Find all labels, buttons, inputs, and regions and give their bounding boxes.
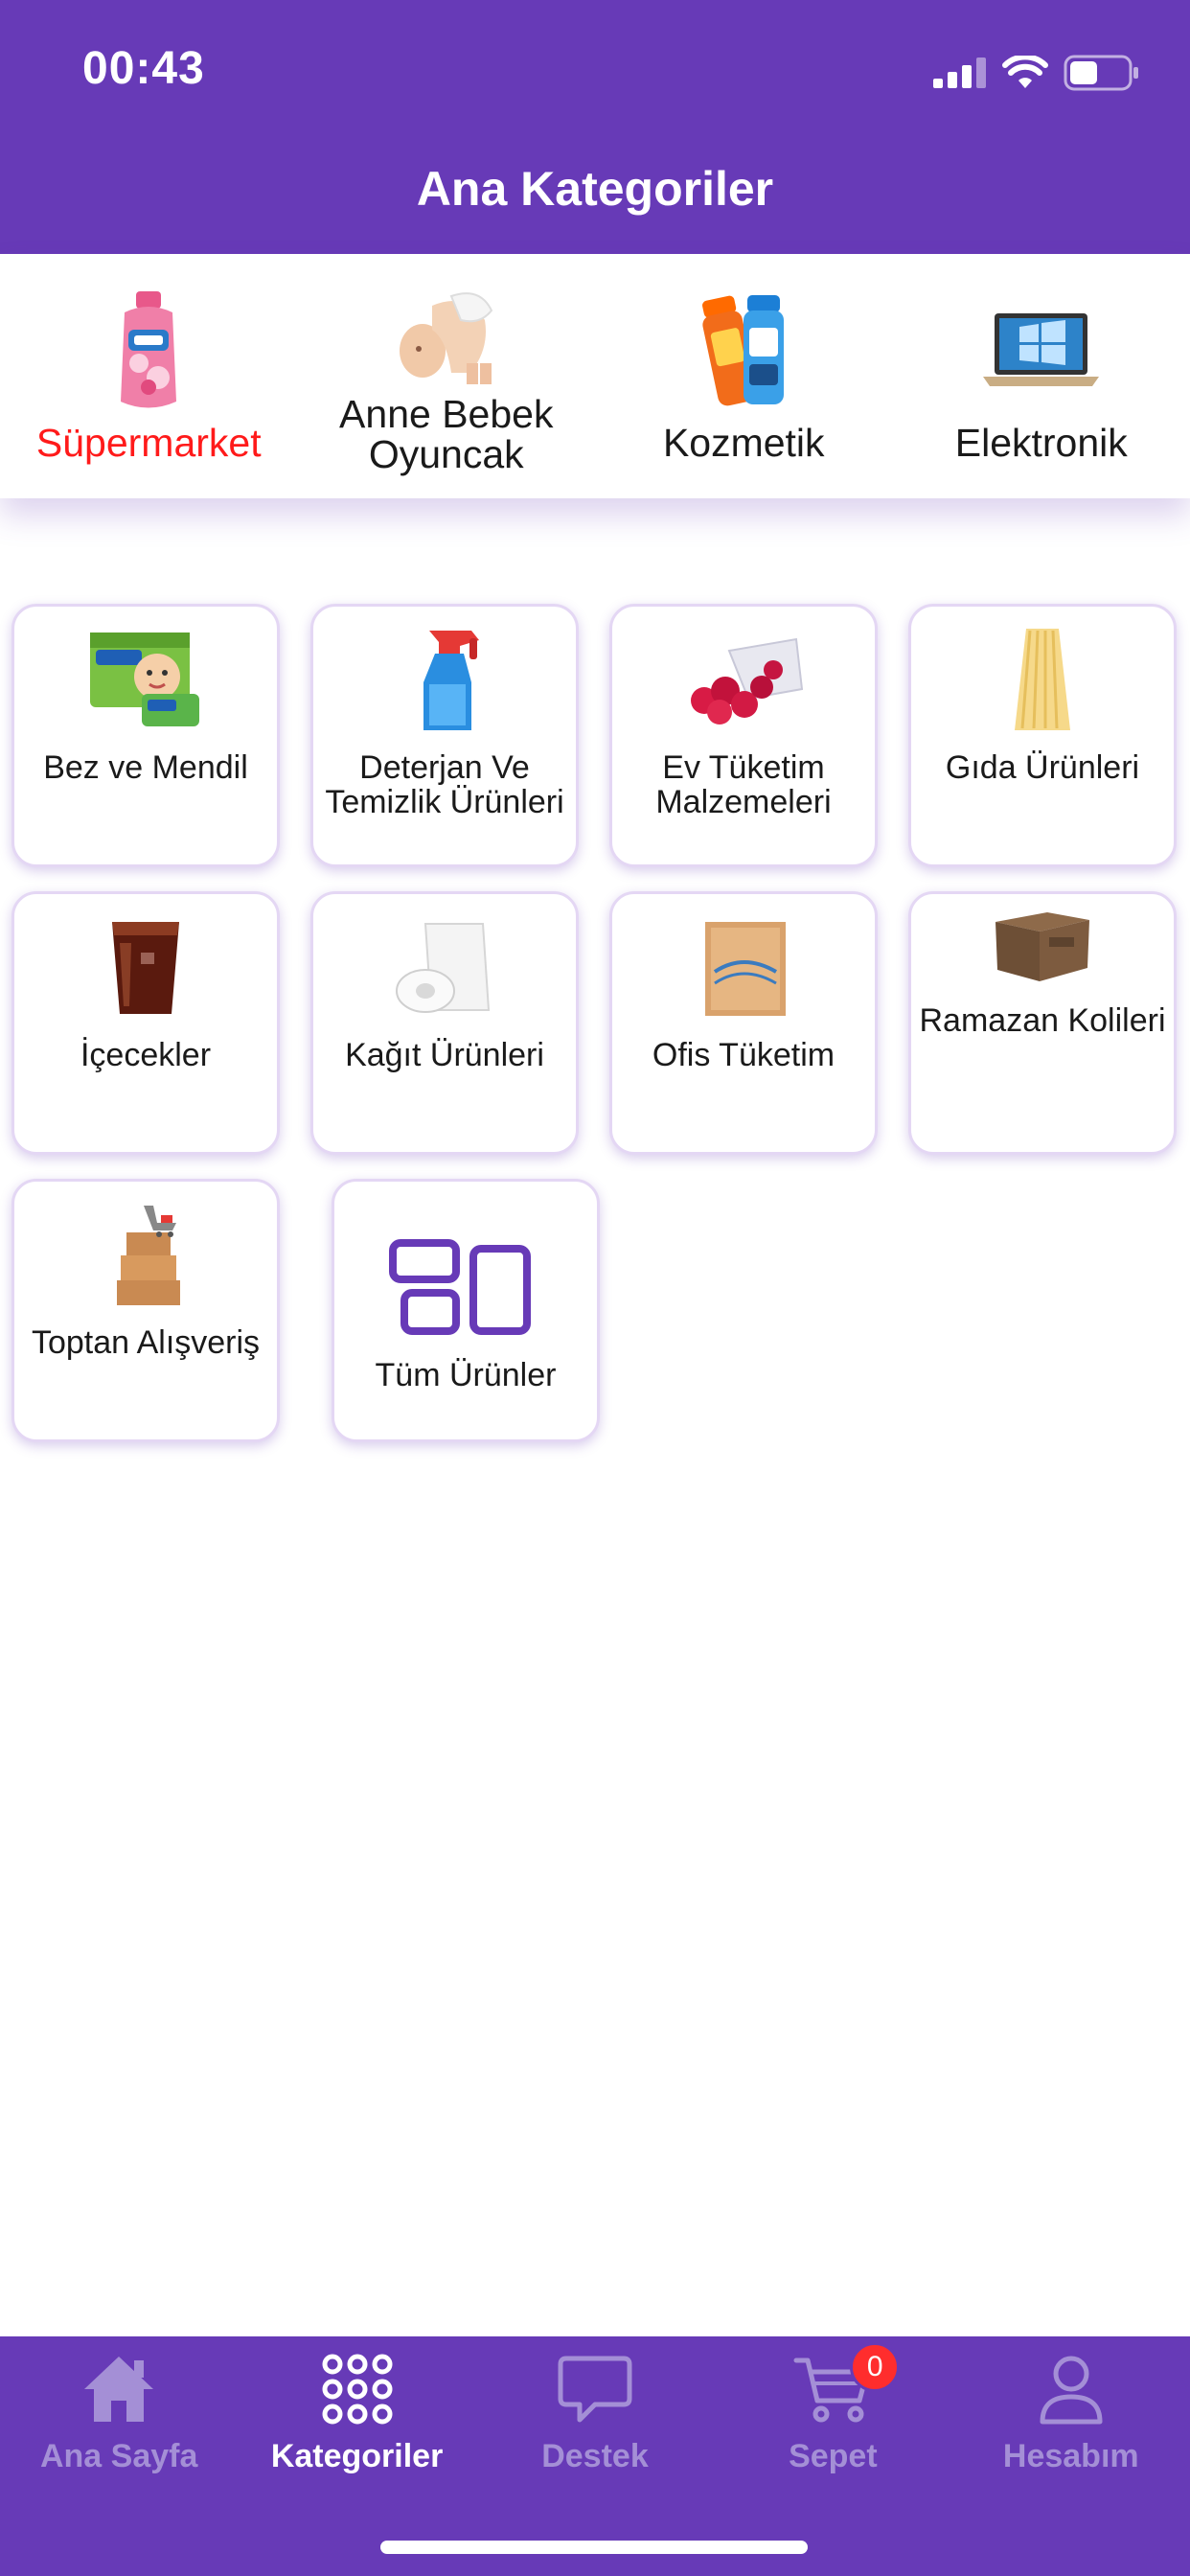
battery-icon (1064, 55, 1138, 91)
main-category-label: Kozmetik (662, 421, 825, 465)
tab-label: Hesabım (1002, 2438, 1139, 2474)
baby-image (384, 277, 509, 392)
subcategory-label: Deterjan Ve Temizlik Ürünleri (325, 749, 564, 820)
main-category-supermarket[interactable]: Süpermarket (0, 254, 298, 498)
subcategory-card-bez-ve-mendil[interactable]: Bez ve Mendil (11, 604, 280, 867)
subcategory-label: Tüm Ürünler (375, 1357, 557, 1393)
grid-layout-icon (389, 1230, 542, 1345)
chat-bubble-icon (552, 2346, 638, 2432)
subcategory-card-toptan-alisveris[interactable]: Toptan Alışveriş (11, 1179, 280, 1442)
subcategory-card-icecekler[interactable]: İçecekler (11, 891, 280, 1155)
subcategory-card-ofis-tuketim[interactable]: Ofis Tüketim (609, 891, 878, 1155)
cola-glass-image (79, 909, 213, 1024)
user-icon (1028, 2346, 1114, 2432)
softener-bottle-image (86, 288, 211, 413)
header-bar: 00:43 Ana Kategoriler (0, 0, 1190, 254)
subcategory-card-ev-tuketim[interactable]: Ev Tüketim Malzemeleri (609, 604, 878, 867)
tab-label: Sepet (789, 2438, 878, 2474)
cart-count-badge: 0 (850, 2342, 901, 2392)
subcategory-card-kagit-urunleri[interactable]: Kağıt Ürünleri (310, 891, 579, 1155)
main-category-anne-bebek-oyuncak[interactable]: Anne Bebek Oyuncak (298, 254, 596, 498)
categories-dots-icon (314, 2346, 400, 2432)
shampoo-bottles-image (681, 288, 806, 413)
main-category-strip: Süpermarket Anne Bebek Oyuncak Kozmetik … (0, 254, 1190, 498)
subcategory-card-ramazan-kolileri[interactable]: Ramazan Kolileri (908, 891, 1177, 1155)
main-category-label: Süpermarket (35, 421, 262, 465)
main-category-kozmetik[interactable]: Kozmetik (595, 254, 893, 498)
subcategory-label: Ev Tüketim Malzemeleri (655, 749, 832, 820)
main-category-elektronik[interactable]: Elektronik (893, 254, 1190, 498)
subcategory-card-deterjan-ve-temizlik[interactable]: Deterjan Ve Temizlik Ürünleri (310, 604, 579, 867)
tab-label: Destek (541, 2438, 649, 2474)
home-icon (76, 2346, 162, 2432)
napkin-pack-image (676, 909, 811, 1024)
raspberries-image (676, 622, 811, 737)
subcategory-label: Ofis Tüketim (652, 1037, 835, 1073)
cardboard-box-image (975, 904, 1110, 990)
subcategory-label: Ramazan Kolileri (919, 1002, 1166, 1039)
subcategory-label: Bez ve Mendil (43, 749, 248, 786)
diaper-pack-image (79, 622, 213, 737)
tab-label: Ana Sayfa (39, 2438, 198, 2474)
tab-ana-sayfa[interactable]: Ana Sayfa (0, 2336, 238, 2576)
bottom-tab-bar: Ana Sayfa Kategoriler Destek 0 Sepet Hes… (0, 2336, 1190, 2576)
laptop-image (979, 288, 1104, 413)
main-category-label-line: Oyuncak (368, 432, 524, 476)
page-title: Ana Kategoriler (416, 162, 774, 216)
wifi-icon (1002, 56, 1048, 88)
status-time: 00:43 (82, 43, 205, 94)
subcategory-card-gida-urunleri[interactable]: Gıda Ürünleri (908, 604, 1177, 867)
subcategory-label: İçecekler (80, 1037, 212, 1073)
spray-bottle-image (378, 622, 512, 737)
tab-hesabim[interactable]: Hesabım (952, 2336, 1190, 2576)
home-indicator[interactable] (380, 2541, 808, 2554)
paper-towel-image (378, 909, 512, 1024)
subcategory-label: Kağıt Ürünleri (345, 1037, 544, 1073)
signal-icon (933, 58, 986, 88)
subcategory-card-tum-urunler[interactable]: Tüm Ürünler (332, 1179, 600, 1442)
main-category-label: Anne Bebek Oyuncak (339, 394, 553, 474)
status-icons (933, 54, 1140, 92)
subcategory-label: Toptan Alışveriş (31, 1324, 261, 1361)
subcategory-label: Gıda Ürünleri (945, 749, 1140, 786)
main-category-label-line: Anne Bebek (339, 392, 554, 436)
boxes-cart-image (79, 1197, 213, 1312)
tab-label: Kategoriler (270, 2438, 444, 2474)
main-category-label: Elektronik (954, 421, 1128, 465)
pasta-image (975, 622, 1110, 737)
